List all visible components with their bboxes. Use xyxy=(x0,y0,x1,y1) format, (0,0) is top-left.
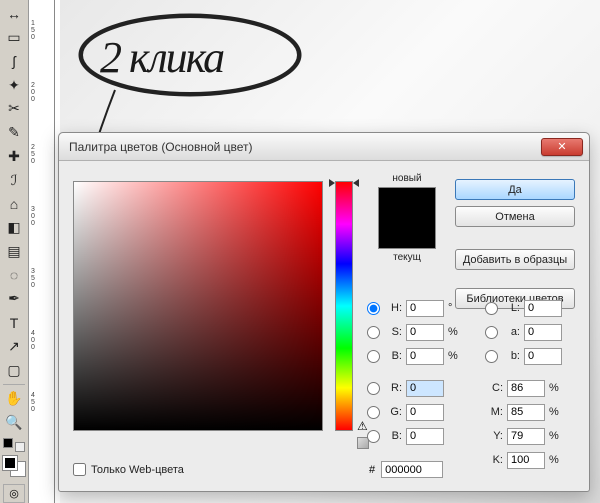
g-field[interactable] xyxy=(406,404,444,421)
r-radio[interactable] xyxy=(367,382,380,395)
color-picker-dialog: Палитра цветов (Основной цвет) ✕ новый т… xyxy=(58,132,590,492)
h-label: H: xyxy=(386,302,402,314)
c-label: C: xyxy=(485,382,503,394)
vertical-ruler: 150 200 250 300 350 400 450 xyxy=(29,0,55,503)
ok-button[interactable]: Да xyxy=(455,179,575,200)
y-label: Y: xyxy=(485,430,503,442)
dialog-buttons: Да Отмена Добавить в образцы Библиотеки … xyxy=(455,179,575,309)
new-color-label: новый xyxy=(392,173,421,184)
tool-blur[interactable]: ◌ xyxy=(3,264,26,286)
m-unit: % xyxy=(549,406,563,418)
s-unit: % xyxy=(448,326,462,338)
color-preview: новый текущ xyxy=(367,173,447,263)
r-field[interactable] xyxy=(406,380,444,397)
tool-hand[interactable]: ✋ xyxy=(3,388,26,410)
tool-eraser[interactable]: ◧ xyxy=(3,217,26,239)
dialog-body: новый текущ Да Отмена Добавить в образцы… xyxy=(59,161,589,491)
dialog-title: Палитра цветов (Основной цвет) xyxy=(69,140,253,154)
tool-type[interactable]: T xyxy=(3,312,26,334)
hex-row: # xyxy=(369,461,443,478)
tool-gradient[interactable]: ▤ xyxy=(3,241,26,263)
c-field[interactable] xyxy=(507,380,545,397)
b-label-rgb: B: xyxy=(386,430,402,442)
toolbox-separator xyxy=(3,384,25,385)
tool-path[interactable]: ↗ xyxy=(3,336,26,358)
tool-zoom[interactable]: 🔍 xyxy=(3,412,26,434)
tool-move[interactable]: ↔ xyxy=(3,3,26,25)
g-radio[interactable] xyxy=(367,406,380,419)
lab-cmyk-fields: L: a: b: C: % M: % xyxy=(485,296,585,472)
current-color-swatch xyxy=(379,218,435,248)
default-colors-icon[interactable] xyxy=(3,438,25,451)
b-field-hsb[interactable] xyxy=(406,348,444,365)
tool-pen[interactable]: ✒ xyxy=(3,288,26,310)
k-unit: % xyxy=(549,454,563,466)
hex-label: # xyxy=(369,464,375,476)
h-field[interactable] xyxy=(406,300,444,317)
b-field-lab[interactable] xyxy=(524,348,562,365)
l-label: L: xyxy=(504,302,520,314)
web-only-label: Только Web-цвета xyxy=(91,464,184,476)
s-field[interactable] xyxy=(406,324,444,341)
h-radio[interactable] xyxy=(367,302,380,315)
current-color-label: текущ xyxy=(393,252,421,263)
dialog-titlebar[interactable]: Палитра цветов (Основной цвет) ✕ xyxy=(59,133,589,161)
new-color-swatch xyxy=(379,188,435,218)
color-swatches[interactable] xyxy=(1,454,27,478)
a-label: a: xyxy=(504,326,520,338)
y-field[interactable] xyxy=(507,428,545,445)
s-radio[interactable] xyxy=(367,326,380,339)
toolbox: ↔ ▭ ʃ ✦ ✂ ✎ ✚ ℐ ⌂ ◧ ▤ ◌ ✒ T ↗ ▢ ✋ 🔍 ◎ xyxy=(0,0,29,503)
tool-stamp[interactable]: ⌂ xyxy=(3,193,26,215)
tool-crop[interactable]: ✂ xyxy=(3,98,26,120)
cancel-button[interactable]: Отмена xyxy=(455,206,575,227)
close-icon: ✕ xyxy=(557,140,566,153)
m-label: M: xyxy=(485,406,503,418)
l-field[interactable] xyxy=(524,300,562,317)
k-field[interactable] xyxy=(507,452,545,469)
h-unit: ° xyxy=(448,302,462,314)
k-label: K: xyxy=(485,454,503,466)
c-unit: % xyxy=(549,382,563,394)
tool-lasso[interactable]: ʃ xyxy=(3,51,26,73)
tool-marquee[interactable]: ▭ xyxy=(3,27,26,49)
r-label: R: xyxy=(386,382,402,394)
tool-heal[interactable]: ✚ xyxy=(3,146,26,168)
add-swatch-button[interactable]: Добавить в образцы xyxy=(455,249,575,270)
hex-field[interactable] xyxy=(381,461,443,478)
tool-shape[interactable]: ▢ xyxy=(3,359,26,381)
b-unit: % xyxy=(448,350,462,362)
a-field[interactable] xyxy=(524,324,562,341)
quick-mask-toggle[interactable]: ◎ xyxy=(3,484,25,503)
tool-brush[interactable]: ℐ xyxy=(3,169,26,191)
saturation-value-picker[interactable] xyxy=(73,181,323,431)
preview-box xyxy=(378,187,436,249)
tool-wand[interactable]: ✦ xyxy=(3,74,26,96)
hsb-rgb-fields: H: ° S: % B: % R: xyxy=(367,296,477,448)
b-label-lab: b: xyxy=(504,350,520,362)
y-unit: % xyxy=(549,430,563,442)
a-radio[interactable] xyxy=(485,326,498,339)
b-label-hsb: B: xyxy=(386,350,402,362)
b-radio-hsb[interactable] xyxy=(367,350,380,363)
b-radio-rgb[interactable] xyxy=(367,430,380,443)
foreground-color-swatch[interactable] xyxy=(2,455,18,471)
close-button[interactable]: ✕ xyxy=(541,138,583,156)
hue-slider[interactable] xyxy=(335,181,353,431)
l-radio[interactable] xyxy=(485,302,498,315)
tool-eyedropper[interactable]: ✎ xyxy=(3,122,26,144)
s-label: S: xyxy=(386,326,402,338)
b-field-rgb[interactable] xyxy=(406,428,444,445)
web-only-checkbox-row[interactable]: Только Web-цвета xyxy=(73,463,184,476)
b-radio-lab[interactable] xyxy=(485,350,498,363)
web-only-checkbox[interactable] xyxy=(73,463,86,476)
g-label: G: xyxy=(386,406,402,418)
m-field[interactable] xyxy=(507,404,545,421)
